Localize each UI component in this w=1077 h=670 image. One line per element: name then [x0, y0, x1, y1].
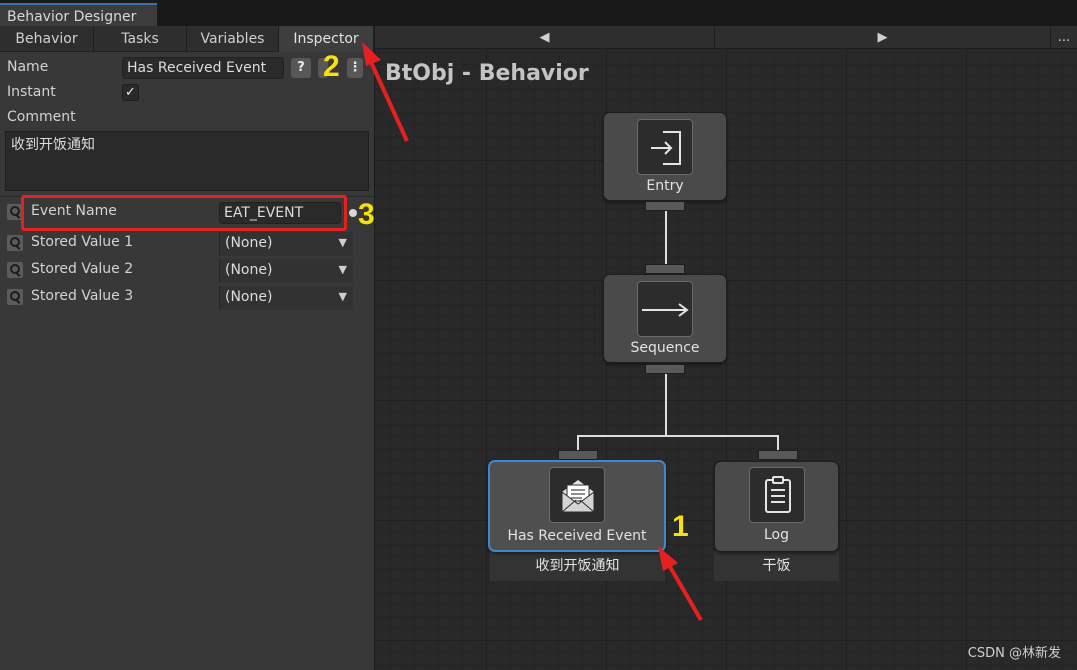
red-arrow-to-received-node	[658, 546, 703, 622]
red-arrow-to-inspector-tab	[362, 42, 409, 142]
annotation-arrows	[362, 42, 703, 622]
